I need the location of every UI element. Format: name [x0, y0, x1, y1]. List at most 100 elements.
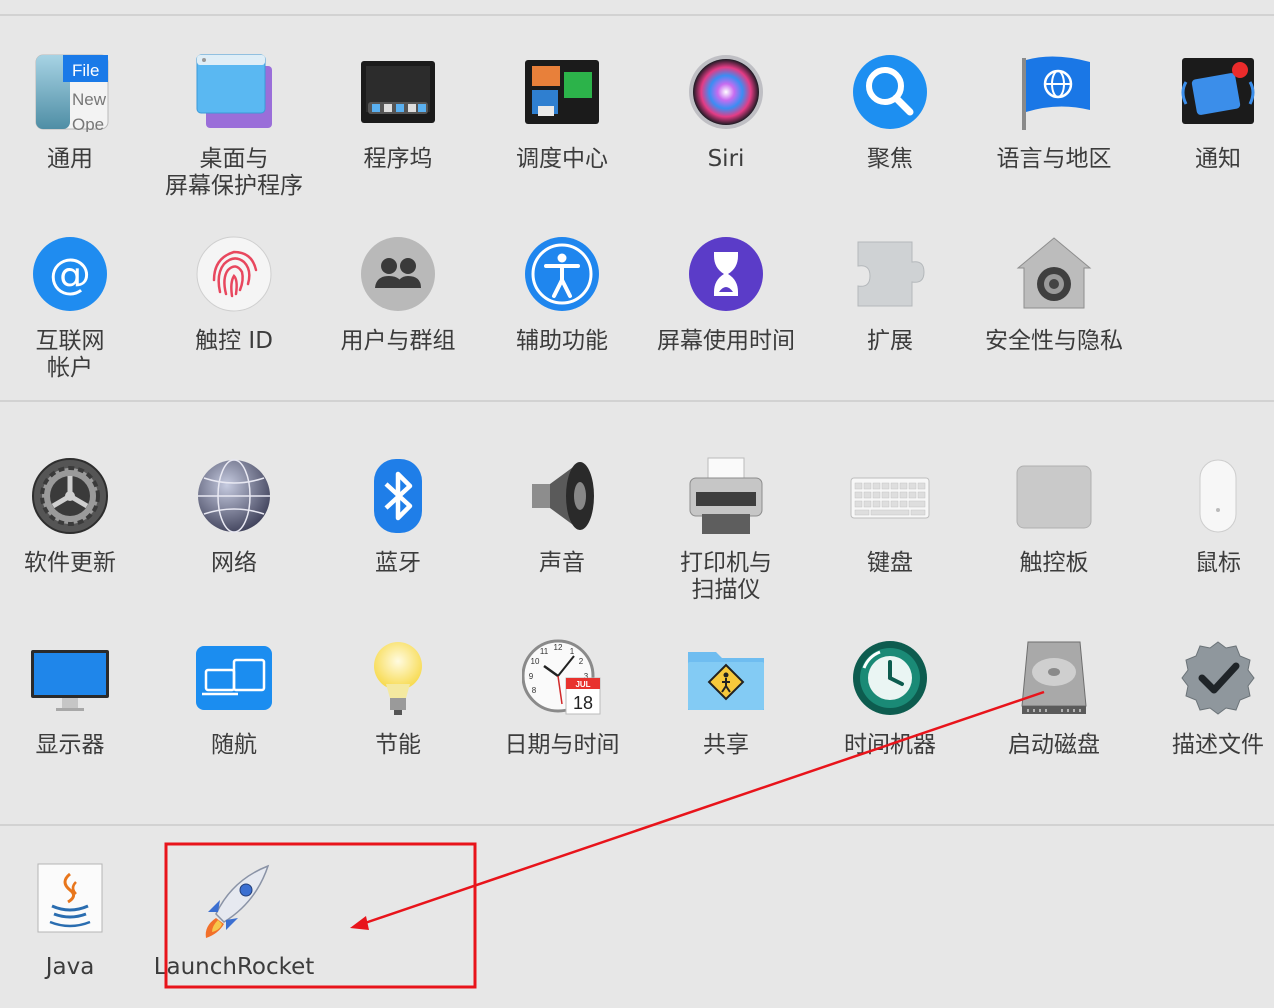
pane-label: 调度中心 — [516, 146, 608, 172]
pane-trackpad[interactable]: 触控板 — [972, 456, 1136, 577]
siri-icon — [686, 52, 766, 132]
pane-spotlight[interactable]: 聚焦 — [808, 52, 972, 173]
mouse-icon — [1178, 456, 1258, 536]
pane-energy-saver[interactable]: 节能 — [316, 638, 480, 759]
svg-text:File: File — [72, 61, 99, 80]
sharing-icon — [686, 638, 766, 718]
pane-bluetooth[interactable]: 蓝牙 — [316, 456, 480, 577]
pane-internet-accounts[interactable]: @ 互联网 帐户 — [0, 234, 152, 382]
pane-network[interactable]: 网络 — [152, 456, 316, 577]
pane-keyboard[interactable]: 键盘 — [808, 456, 972, 577]
svg-text:1: 1 — [570, 647, 575, 656]
pane-printers-scanners[interactable]: 打印机与 扫描仪 — [644, 456, 808, 604]
svg-text:@: @ — [49, 249, 91, 298]
pane-label: 扩展 — [867, 328, 913, 354]
svg-text:JUL: JUL — [575, 680, 590, 689]
svg-text:11: 11 — [540, 647, 549, 656]
pane-label: 时间机器 — [844, 732, 936, 758]
pane-security-privacy[interactable]: 安全性与隐私 — [972, 234, 1136, 355]
pane-label: 触控板 — [1019, 550, 1089, 576]
mission-control-icon — [522, 52, 602, 132]
security-privacy-icon — [1014, 234, 1094, 314]
sidecar-icon — [194, 638, 274, 718]
pane-label: 辅助功能 — [516, 328, 608, 354]
pane-label: 桌面与 屏幕保护程序 — [165, 146, 303, 199]
pane-label: 打印机与 扫描仪 — [680, 550, 772, 603]
pane-profiles[interactable]: 描述文件 — [1136, 638, 1274, 759]
desktop-screensaver-icon — [194, 52, 274, 132]
pane-label: Siri — [707, 146, 745, 172]
pane-java[interactable]: Java — [0, 860, 152, 981]
pane-label: 安全性与隐私 — [985, 328, 1123, 354]
extensions-icon — [850, 234, 930, 314]
svg-text:12: 12 — [554, 643, 563, 652]
pane-users-groups[interactable]: 用户与群组 — [316, 234, 480, 355]
accessibility-icon — [522, 234, 602, 314]
profiles-icon — [1178, 638, 1258, 718]
startup-disk-icon — [1014, 638, 1094, 718]
pane-desktop-screensaver[interactable]: 桌面与 屏幕保护程序 — [152, 52, 316, 200]
svg-text:2: 2 — [579, 657, 584, 666]
pane-date-time[interactable]: 12 1 2 3 11 10 9 8 JUL 18 日期与时间 — [480, 638, 644, 759]
section-divider-1 — [0, 400, 1274, 402]
svg-text:18: 18 — [573, 693, 593, 713]
bluetooth-icon — [358, 456, 438, 536]
pane-label: 显示器 — [35, 732, 105, 758]
pane-notifications[interactable]: 通知 — [1136, 52, 1274, 173]
pane-label: 共享 — [703, 732, 749, 758]
time-machine-icon — [850, 638, 930, 718]
pane-label: 程序坞 — [363, 146, 433, 172]
energy-saver-icon — [358, 638, 438, 718]
pane-label: Java — [45, 954, 95, 980]
annotation-arrowhead — [350, 916, 369, 930]
printers-scanners-icon — [686, 456, 766, 536]
touch-id-icon — [194, 234, 274, 314]
pane-launchrocket[interactable]: LaunchRocket — [152, 860, 316, 981]
pane-label: 触控 ID — [195, 328, 273, 354]
pane-label: 随航 — [211, 732, 257, 758]
pane-label: 通知 — [1195, 146, 1241, 172]
section-divider-2 — [0, 824, 1274, 826]
pane-dock[interactable]: 程序坞 — [316, 52, 480, 173]
sound-icon — [522, 456, 602, 536]
pane-startup-disk[interactable]: 启动磁盘 — [972, 638, 1136, 759]
date-time-icon: 12 1 2 3 11 10 9 8 JUL 18 — [522, 638, 602, 718]
pane-mouse[interactable]: 鼠标 — [1136, 456, 1274, 577]
notifications-icon — [1178, 52, 1258, 132]
pane-extensions[interactable]: 扩展 — [808, 234, 972, 355]
pane-siri[interactable]: Siri — [644, 52, 808, 173]
pane-sharing[interactable]: 共享 — [644, 638, 808, 759]
pane-label: 节能 — [375, 732, 421, 758]
pane-label: 聚焦 — [867, 146, 913, 172]
pane-sound[interactable]: 声音 — [480, 456, 644, 577]
launchrocket-icon — [194, 860, 274, 940]
pane-label: 互联网 帐户 — [35, 328, 105, 381]
pane-screen-time[interactable]: 屏幕使用时间 — [644, 234, 808, 355]
pane-touch-id[interactable]: 触控 ID — [152, 234, 316, 355]
pane-mission-control[interactable]: 调度中心 — [480, 52, 644, 173]
svg-text:New: New — [72, 90, 107, 109]
displays-icon — [30, 638, 110, 718]
pane-sidecar[interactable]: 随航 — [152, 638, 316, 759]
pane-label: 蓝牙 — [375, 550, 421, 576]
network-icon — [194, 456, 274, 536]
trackpad-icon — [1014, 456, 1094, 536]
pane-accessibility[interactable]: 辅助功能 — [480, 234, 644, 355]
pane-label: 启动磁盘 — [1008, 732, 1100, 758]
pane-label: 屏幕使用时间 — [657, 328, 795, 354]
pane-time-machine[interactable]: 时间机器 — [808, 638, 972, 759]
pane-language-region[interactable]: 语言与地区 — [972, 52, 1136, 173]
pane-displays[interactable]: 显示器 — [0, 638, 152, 759]
pane-label: 描述文件 — [1172, 732, 1264, 758]
language-region-icon — [1014, 52, 1094, 132]
pane-label: 键盘 — [867, 550, 913, 576]
pane-label: 用户与群组 — [340, 328, 456, 354]
pane-software-update[interactable]: 软件更新 — [0, 456, 152, 577]
pane-label: 鼠标 — [1195, 550, 1241, 576]
software-update-icon — [30, 456, 110, 536]
pane-label: LaunchRocket — [153, 954, 315, 980]
pane-label: 日期与时间 — [504, 732, 620, 758]
keyboard-icon — [850, 456, 930, 536]
pane-general[interactable]: File New Ope 通用 — [0, 52, 152, 173]
spotlight-icon — [850, 52, 930, 132]
